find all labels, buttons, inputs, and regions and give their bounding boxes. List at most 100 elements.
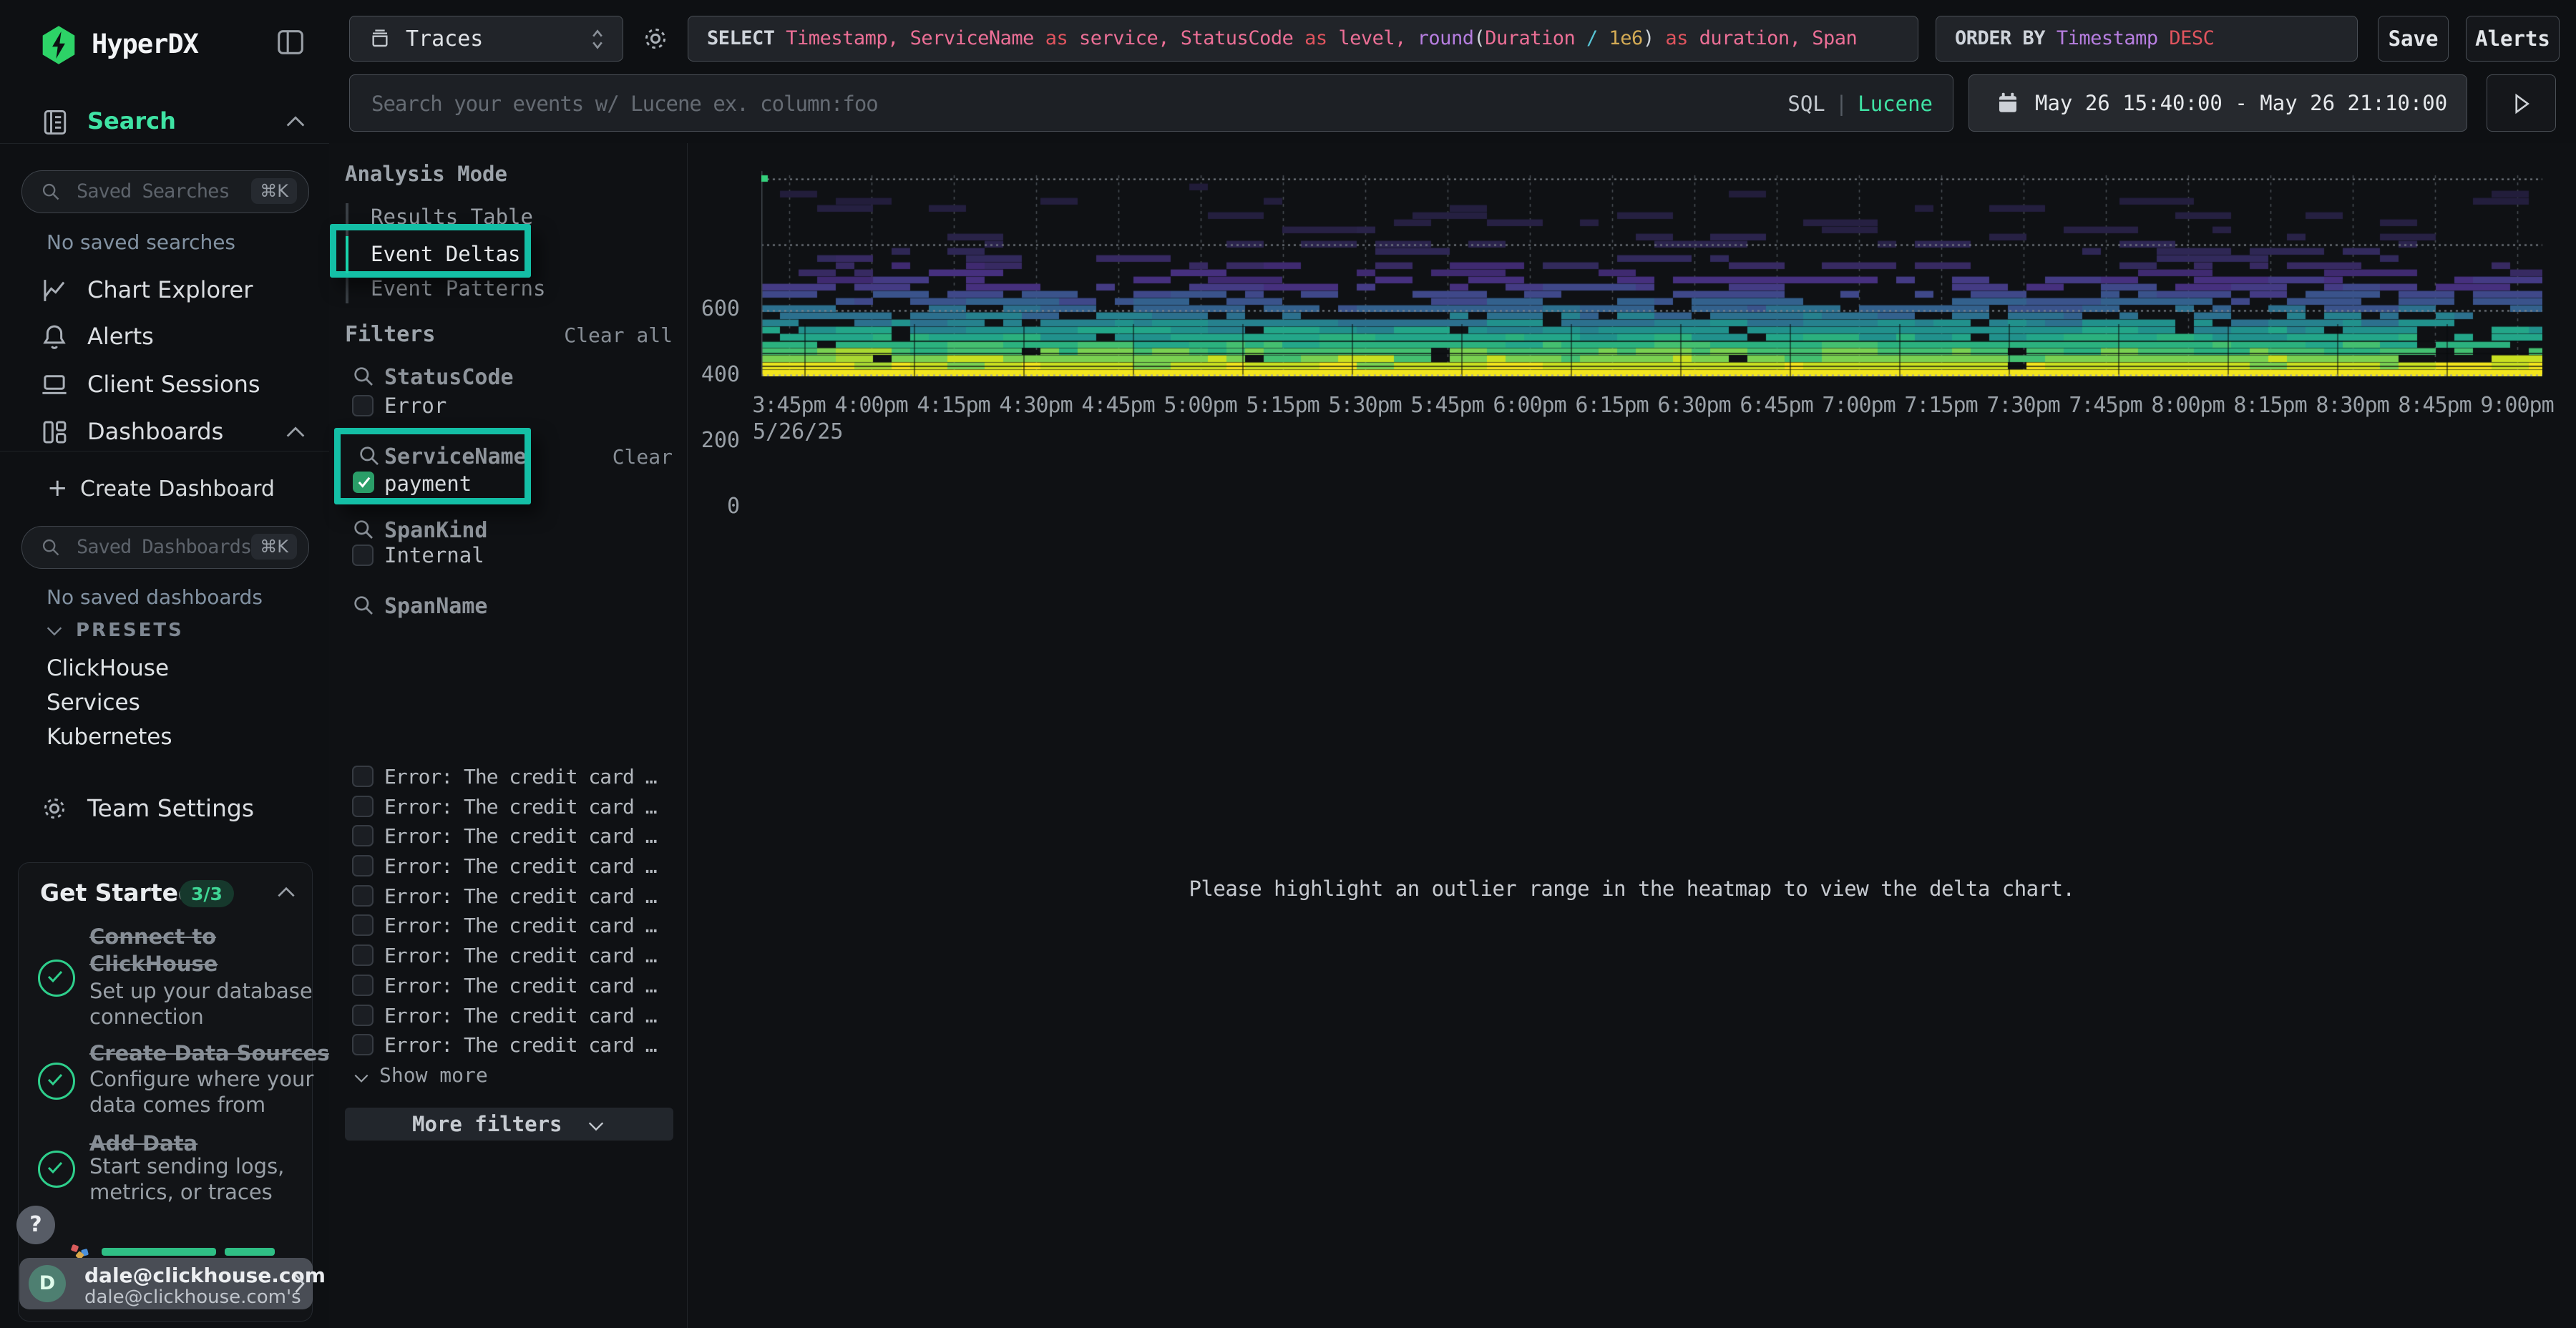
tab-event-patterns[interactable]: Event Patterns — [371, 276, 545, 301]
date-range-picker[interactable]: May 26 15:40:00 - May 26 21:10:00 — [1968, 74, 2467, 132]
run-query-button[interactable] — [2487, 74, 2556, 132]
x-axis-tick-label: 6:15pm — [1571, 393, 1653, 418]
sql-token: duration — [1699, 27, 1790, 49]
sidebar-item-client-sessions[interactable]: Client Sessions — [0, 365, 329, 405]
journal-search-icon — [39, 107, 71, 138]
sql-token: DESC — [2169, 27, 2214, 49]
checkbox-spanname[interactable] — [352, 796, 374, 817]
source-settings-gear-icon[interactable] — [640, 24, 670, 54]
get-started-step-title[interactable]: Connect to — [89, 924, 216, 949]
preset-dashboard-link[interactable]: ClickHouse — [47, 653, 172, 687]
checkbox-spanname[interactable] — [352, 885, 374, 907]
filter-group-statuscode: StatusCode — [384, 365, 514, 390]
sidebar-item-team-settings[interactable]: Team Settings — [0, 788, 329, 829]
check-circle-icon — [38, 1063, 75, 1100]
get-started-step-title[interactable]: Create Data Sources — [89, 1041, 330, 1065]
sidebar-item-label: Client Sessions — [87, 371, 260, 398]
filter-panel: Analysis Mode Results Table Event Deltas… — [329, 143, 688, 1328]
checkbox-error[interactable] — [352, 395, 374, 416]
spanname-option-label[interactable]: Error: The credit card … — [384, 944, 657, 967]
duration-heatmap-chart[interactable] — [761, 154, 2542, 376]
sidebar-item-chart-explorer[interactable]: Chart Explorer — [0, 270, 329, 311]
spanname-option-label[interactable]: Error: The credit card … — [384, 884, 657, 908]
spanname-option-row[interactable]: Error: The credit card … — [329, 821, 687, 851]
spanname-option-label[interactable]: Error: The credit card … — [384, 795, 657, 819]
create-dashboard-label: Create Dashboard — [80, 477, 275, 502]
preset-dashboard-link[interactable]: Kubernetes — [47, 721, 172, 756]
spanname-option-row[interactable]: Error: The credit card … — [329, 762, 687, 792]
filter-search-icon[interactable] — [352, 518, 375, 541]
language-lucene[interactable]: Lucene — [1858, 92, 1933, 116]
spanname-option-row[interactable]: Error: The credit card … — [329, 882, 687, 912]
sql-token: service — [1079, 27, 1158, 49]
checkbox-internal[interactable] — [352, 545, 374, 566]
spanname-option-row[interactable]: Error: The credit card … — [329, 1001, 687, 1031]
checkbox-error-label[interactable]: Error — [384, 394, 447, 418]
hyperdx-app: HyperDX Search Saved Searches ⌘K No save… — [0, 0, 2576, 1328]
filter-search-icon[interactable] — [352, 365, 375, 388]
sql-token: , — [1158, 27, 1181, 49]
checkbox-spanname[interactable] — [352, 1005, 374, 1026]
checkbox-spanname[interactable] — [352, 825, 374, 846]
spanname-option-label[interactable]: Error: The credit card … — [384, 765, 657, 788]
spanname-option-row[interactable]: Error: The credit card … — [329, 851, 687, 882]
get-started-step-title[interactable]: ClickHouse — [89, 952, 218, 976]
logo-row: HyperDX — [0, 21, 329, 72]
sidebar-item-alerts[interactable]: Alerts — [0, 317, 329, 357]
spanname-option-row[interactable]: Error: The credit card … — [329, 792, 687, 822]
save-button[interactable]: Save — [2378, 16, 2449, 62]
saved-searches-input[interactable]: Saved Searches ⌘K — [21, 170, 309, 213]
more-filters-button[interactable]: More filters — [345, 1108, 673, 1141]
language-toggle[interactable]: SQL|Lucene — [1787, 92, 1933, 116]
spanname-option-label[interactable]: Error: The credit card … — [384, 1004, 657, 1027]
get-started-step-desc: Set up your database — [89, 979, 313, 1003]
spanname-option-label[interactable]: Error: The credit card … — [384, 854, 657, 878]
search-input[interactable]: Search your events w/ Lucene ex. column:… — [349, 74, 1953, 132]
get-started-step-desc: metrics, or traces — [89, 1180, 273, 1204]
language-sql[interactable]: SQL — [1787, 92, 1825, 116]
spanname-option-label[interactable]: Error: The credit card … — [384, 914, 657, 937]
spanname-option-label[interactable]: Error: The credit card … — [384, 824, 657, 848]
y-axis-labels: 6004002000 — [644, 143, 740, 529]
checkbox-spanname[interactable] — [352, 944, 374, 966]
source-select[interactable]: Traces — [349, 16, 623, 62]
get-started-step-desc: Configure where your — [89, 1067, 313, 1091]
checkbox-spanname[interactable] — [352, 766, 374, 787]
filters-heading: Filters — [345, 322, 435, 347]
checkbox-internal-label[interactable]: Internal — [384, 543, 484, 567]
checkbox-spanname[interactable] — [352, 1034, 374, 1055]
spanname-option-row[interactable]: Error: The credit card … — [329, 971, 687, 1001]
saved-searches-placeholder: Saved Searches — [77, 180, 230, 202]
spanname-option-label[interactable]: Error: The credit card … — [384, 1033, 657, 1057]
preset-dashboard-link[interactable]: Services — [47, 687, 172, 721]
spanname-option-label[interactable]: Error: The credit card … — [384, 974, 657, 997]
presets-toggle[interactable]: PRESETS — [0, 618, 329, 647]
checkbox-spanname[interactable] — [352, 855, 374, 877]
spanname-option-row[interactable]: Error: The credit card … — [329, 1030, 687, 1060]
user-account-bar[interactable]: D dale@clickhouse.com dale@clickhouse.co… — [19, 1258, 313, 1309]
sidebar-item-dashboards[interactable]: Dashboards — [0, 412, 329, 452]
chevron-down-icon — [44, 624, 64, 638]
order-by-editor[interactable]: ORDER BY Timestamp DESC — [1936, 16, 2358, 62]
spanname-option-row[interactable]: Error: The credit card … — [329, 911, 687, 941]
tab-event-deltas[interactable]: Event Deltas — [371, 242, 521, 266]
filter-search-icon[interactable] — [352, 594, 375, 617]
get-started-step-title[interactable]: Add Data — [89, 1131, 197, 1156]
filter-group-spankind: SpanKind — [384, 518, 488, 543]
bell-icon — [39, 322, 69, 352]
spanname-option-row[interactable]: Error: The credit card … — [329, 941, 687, 971]
chevron-up-icon[interactable] — [275, 884, 298, 900]
checkbox-spanname[interactable] — [352, 914, 374, 936]
saved-dashboards-input[interactable]: Saved Dashboards ⌘K — [21, 526, 309, 569]
help-button[interactable]: ? — [16, 1206, 55, 1244]
sidebar-collapse-icon[interactable] — [274, 26, 307, 59]
show-more-link[interactable]: Show more — [352, 1063, 488, 1087]
chevron-up-icon[interactable] — [283, 424, 308, 441]
sql-select-editor[interactable]: SELECT Timestamp, ServiceName as service… — [688, 16, 1918, 62]
alerts-button[interactable]: Alerts — [2466, 16, 2560, 62]
sql-token: ( — [1473, 27, 1485, 49]
chevron-up-icon[interactable] — [283, 113, 308, 130]
create-dashboard-button[interactable]: + Create Dashboard — [0, 471, 329, 511]
checkbox-spanname[interactable] — [352, 975, 374, 996]
sidebar-item-search[interactable]: Search — [0, 102, 329, 142]
